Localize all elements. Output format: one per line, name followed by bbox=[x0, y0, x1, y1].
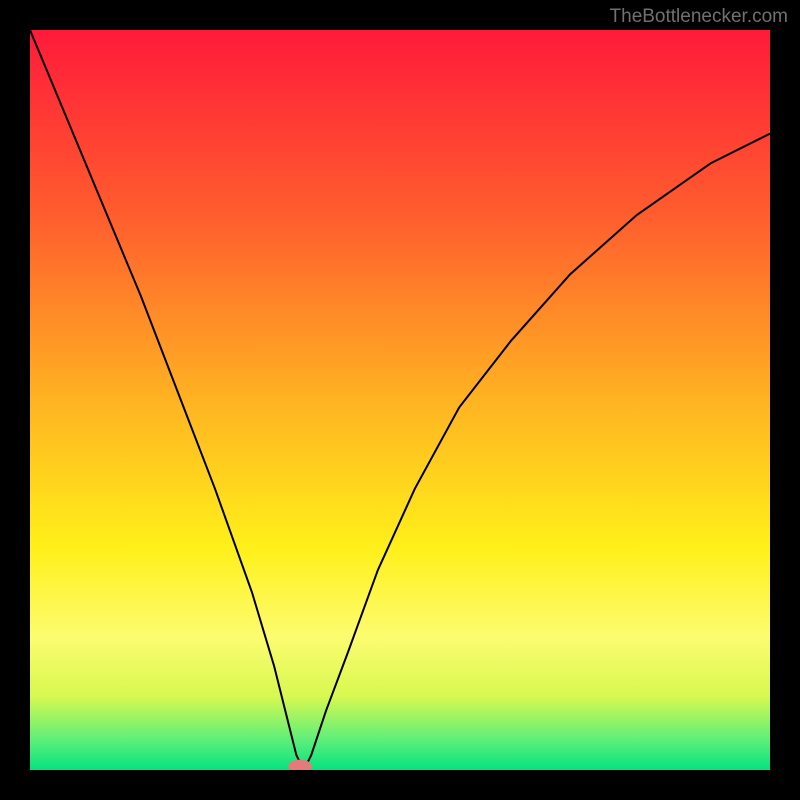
chart-svg bbox=[30, 30, 770, 770]
chart-background bbox=[30, 30, 770, 770]
chart-plot-area bbox=[30, 30, 770, 770]
watermark-text: TheBottlenecker.com bbox=[610, 6, 788, 28]
